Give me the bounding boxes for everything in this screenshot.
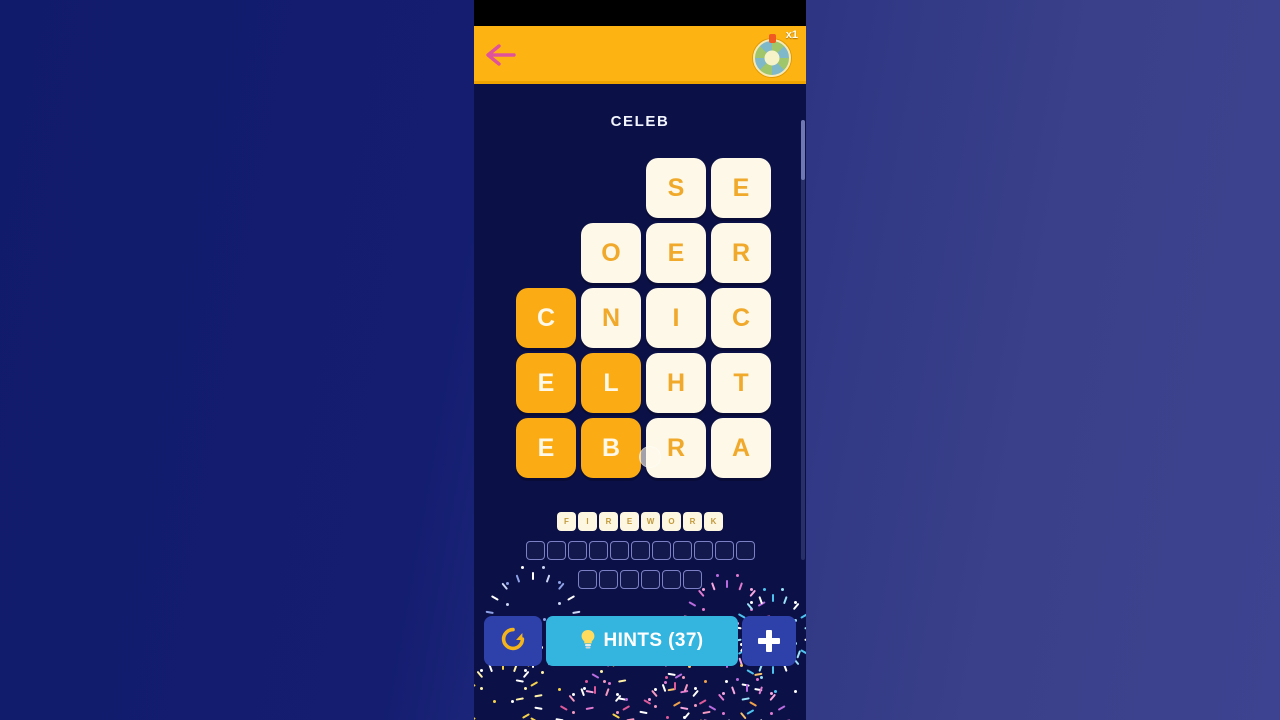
bottom-action-bar: HINTS (37) [484,616,796,666]
letter-tile[interactable]: E [711,158,771,218]
letter-tile[interactable]: B [581,418,641,478]
top-bar: x1 [474,26,806,84]
scrollbar-thumb[interactable] [801,120,805,180]
hints-button-label: HINTS (37) [603,630,704,651]
restart-icon [500,626,526,657]
restart-button[interactable] [484,616,542,666]
answer-letter-filled: I [578,512,597,531]
letter-tile[interactable]: N [581,288,641,348]
letter-tile[interactable]: E [646,223,706,283]
answer-letter-blank [735,541,755,560]
lightbulb-icon [580,629,596,654]
letter-tile[interactable]: C [516,288,576,348]
answer-letter-filled: R [683,512,702,531]
letter-tile[interactable]: S [646,158,706,218]
prize-wheel-pointer-icon [769,34,776,43]
letter-tile[interactable]: I [646,288,706,348]
prize-wheel-multiplier-badge: x1 [785,29,798,41]
grid-cell-empty [516,158,576,218]
answer-letter-blank [693,541,713,560]
answer-letter-blank [672,541,692,560]
letter-tile[interactable]: C [711,288,771,348]
answer-letter-filled: O [662,512,681,531]
answer-letter-blank [525,541,545,560]
answer-letter-blank [546,541,566,560]
phone-viewport: x1 CELEB SEOERCNICELHTEBRA FIREWORK HINT… [474,0,806,720]
letter-tile[interactable]: H [646,353,706,413]
prize-wheel-button[interactable]: x1 [750,29,798,79]
answer-letter-filled: K [704,512,723,531]
answer-letter-blank [651,541,671,560]
answer-letter-filled: R [599,512,618,531]
letter-tile[interactable]: R [711,223,771,283]
letter-tile[interactable]: R [646,418,706,478]
letter-tile[interactable]: A [711,418,771,478]
answer-letter-filled: E [620,512,639,531]
grid-cell-empty [581,158,641,218]
answer-letter-blank [609,541,629,560]
answer-letter-filled: F [557,512,576,531]
answer-letter-filled: W [641,512,660,531]
letter-tile[interactable]: L [581,353,641,413]
scrollbar-track[interactable] [801,120,805,560]
add-hints-button[interactable] [742,616,796,666]
answer-letter-blank [588,541,608,560]
letter-tile[interactable]: O [581,223,641,283]
page-title: CELEB [610,113,670,130]
letter-tile[interactable]: E [516,418,576,478]
letter-tile[interactable]: T [711,353,771,413]
back-arrow-icon[interactable] [484,40,518,70]
answer-letter-blank [567,541,587,560]
grid-cell-empty [516,223,576,283]
answer-row: FIREWORK [474,512,806,531]
hints-button[interactable]: HINTS (37) [546,616,738,666]
status-bar [474,0,806,26]
answer-row [474,541,806,560]
plus-icon [758,630,780,652]
answer-letter-blank [714,541,734,560]
answer-letter-blank [630,541,650,560]
letter-grid: SEOERCNICELHTEBRA [516,158,780,478]
letter-tile[interactable]: E [516,353,576,413]
prize-wheel-icon [753,39,791,77]
